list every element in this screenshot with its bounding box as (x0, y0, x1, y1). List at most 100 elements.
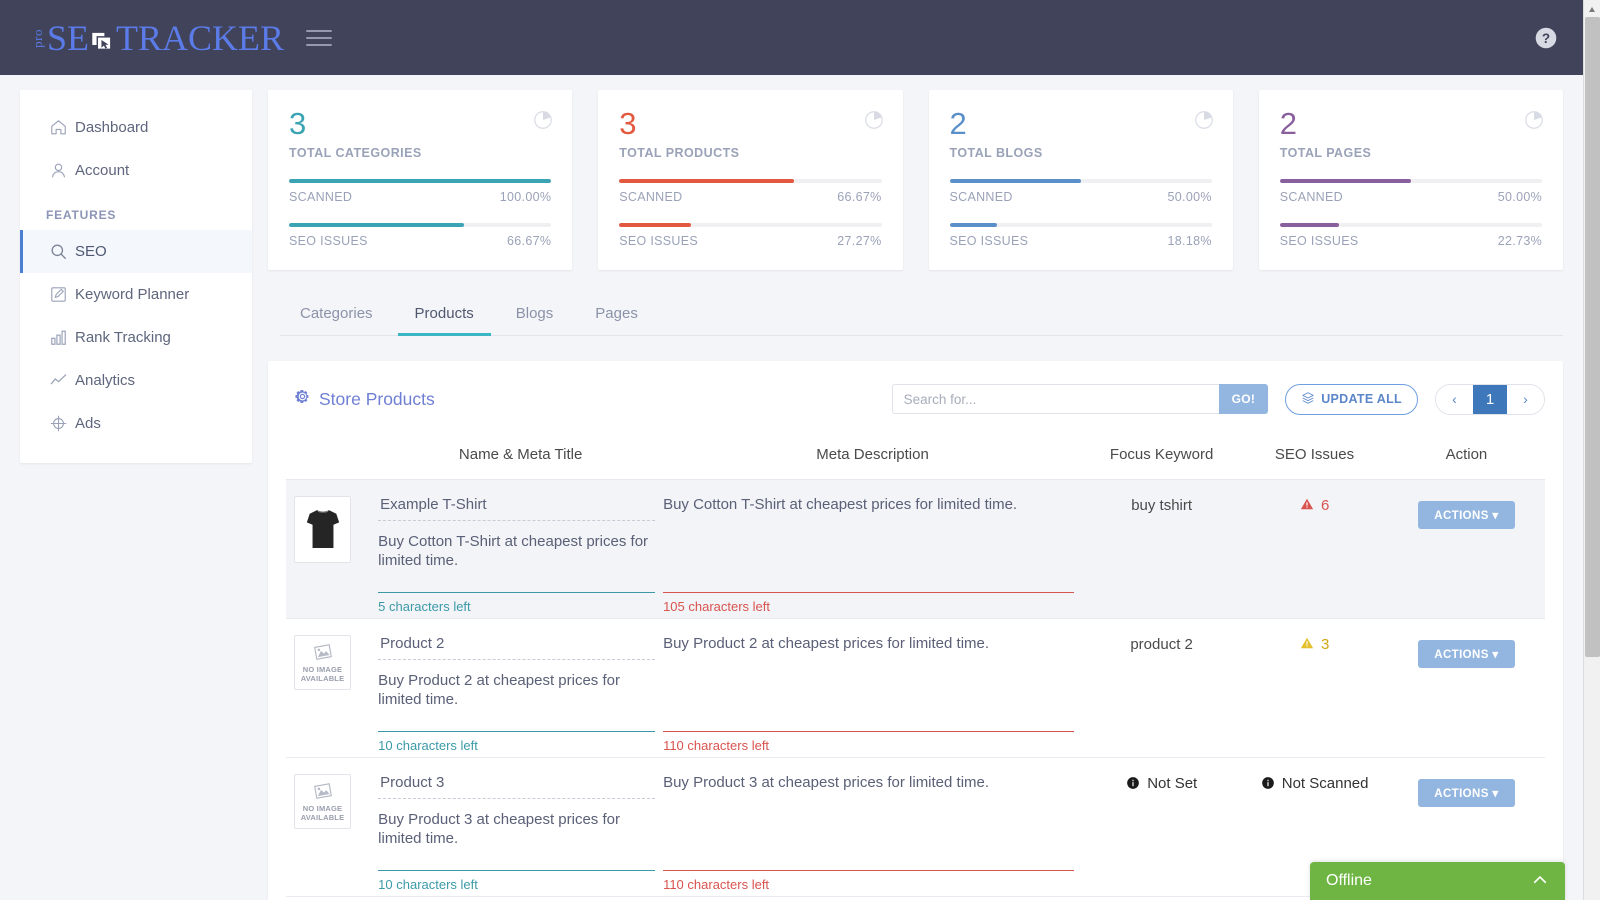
seo-issues-progress: SEO ISSUES 22.73% (1279, 222, 1542, 248)
progress-track (619, 222, 882, 227)
svg-text:?: ? (1542, 30, 1550, 45)
progress-value: 50.00% (1167, 189, 1212, 204)
sidebar-item-label: Account (75, 162, 130, 179)
progress-fill (289, 178, 552, 183)
progress-label: SCANNED (949, 189, 1013, 204)
stat-card-total-categories: 3 TOTAL CATEGORIES SCANNED 100.00% SEO I… (268, 90, 573, 270)
focus-keyword-value: product 2 (1130, 635, 1193, 653)
meta-description-character-counter: 110 characters left (663, 730, 1075, 753)
pagination-prev-button[interactable]: ‹ (1436, 384, 1473, 414)
tab-categories[interactable]: Categories (283, 295, 390, 336)
actions-button-label: ACTIONS (1434, 648, 1489, 661)
name-meta-title-cell: Example T-Shirt Buy Cotton T-Shirt at ch… (378, 479, 663, 618)
product-thumbnail-cell: NO IMAGE AVAILABLE (286, 757, 378, 896)
user-icon (49, 161, 75, 180)
search-group: GO! (891, 384, 1269, 415)
panel-title-text: Store Products (319, 388, 435, 409)
scanned-progress: SCANNED 100.00% (289, 178, 552, 204)
logo-pro-text: pro (30, 29, 45, 48)
page-scrollbar[interactable] (1583, 0, 1600, 900)
product-meta-title-field[interactable]: Buy Product 3 at cheapest prices for lim… (378, 810, 663, 848)
search-input[interactable] (891, 384, 1219, 415)
progress-track (289, 222, 552, 227)
sidebar-item-label: Ads (75, 415, 101, 432)
actions-button[interactable]: ACTIONS ▾ (1417, 778, 1515, 807)
help-circle-icon[interactable]: ? (1533, 25, 1559, 51)
product-name-field[interactable]: Product 2 (378, 635, 656, 660)
product-meta-title-field[interactable]: Buy Product 2 at cheapest prices for lim… (378, 671, 663, 709)
actions-button[interactable]: ACTIONS ▾ (1417, 500, 1515, 529)
focus-keyword-text: Not Set (1147, 774, 1198, 792)
tab-products[interactable]: Products (397, 295, 491, 336)
product-meta-description-field[interactable]: Buy Product 2 at cheapest prices for lim… (663, 635, 1082, 652)
scanned-progress: SCANNED 50.00% (949, 178, 1212, 204)
hamburger-bar (306, 43, 333, 46)
pagination-next-button[interactable]: › (1507, 384, 1544, 414)
progress-label: SCANNED (289, 189, 353, 204)
sidebar-item-rank-tracking[interactable]: Rank Tracking (20, 316, 252, 359)
column-header-meta-description: Meta Description (663, 432, 1083, 480)
actions-button-label: ACTIONS (1434, 787, 1489, 800)
pie-chart-icon (863, 109, 885, 134)
crosshair-icon (49, 414, 75, 433)
sidebar-item-keyword-planner[interactable]: Keyword Planner (20, 273, 252, 316)
seo-issues-cell: 3 (1241, 618, 1388, 757)
progress-fill (1279, 178, 1411, 183)
action-cell: ACTIONS ▾ (1388, 618, 1545, 757)
update-all-button[interactable]: UPDATE ALL (1285, 383, 1418, 415)
sidebar-item-seo[interactable]: SEO (20, 230, 252, 273)
actions-button[interactable]: ACTIONS ▾ (1417, 639, 1515, 668)
progress-track (1279, 222, 1542, 227)
products-table: Name & Meta Title Meta Description Focus… (286, 432, 1545, 897)
warning-triangle-icon (1300, 636, 1318, 653)
table-row: NO IMAGE AVAILABLE Product 2 Buy Product… (286, 618, 1545, 758)
product-name-field[interactable]: Product 3 (378, 774, 656, 799)
product-name-field[interactable]: Example T-Shirt (378, 496, 656, 521)
sidebar-nav: Dashboard Account FEATURES SEO Keyword P… (20, 90, 252, 463)
tshirt-image (306, 510, 339, 549)
sidebar-item-dashboard[interactable]: Dashboard (20, 106, 252, 149)
stat-title: TOTAL CATEGORIES (289, 145, 422, 160)
app-logo[interactable]: pro SE TRACKER (30, 0, 284, 75)
focus-keyword-cell: buy tshirt (1082, 479, 1241, 618)
chevron-up-icon[interactable] (1531, 871, 1549, 892)
scrollbar-up-button[interactable] (1584, 0, 1600, 17)
stat-count: 2 (1279, 106, 1297, 141)
warning-triangle-icon (1300, 497, 1318, 514)
seo-issues-value: 6 (1241, 496, 1388, 514)
store-products-panel: Store Products GO! UPDATE ALL (268, 360, 1563, 900)
search-go-button[interactable]: GO! (1218, 384, 1269, 415)
seo-issues-progress: SEO ISSUES 66.67% (289, 222, 552, 248)
tab-blogs[interactable]: Blogs (499, 295, 571, 336)
progress-value: 27.27% (837, 233, 882, 248)
hamburger-icon[interactable] (306, 29, 333, 46)
sidebar-item-analytics[interactable]: Analytics (20, 359, 252, 402)
meta-description-character-counter: 110 characters left (663, 869, 1075, 892)
progress-track (289, 178, 552, 183)
pie-chart-icon (532, 109, 554, 134)
scanned-progress: SCANNED 66.67% (619, 178, 882, 204)
stat-count: 2 (949, 106, 967, 141)
column-header-name-meta-title: Name & Meta Title (378, 432, 664, 480)
meta-description-cell: Buy Cotton T-Shirt at cheapest prices fo… (663, 479, 1082, 618)
product-meta-description-field[interactable]: Buy Product 3 at cheapest prices for lim… (663, 774, 1082, 791)
chevron-down-icon: ▾ (1492, 509, 1499, 522)
sidebar-section-features: FEATURES (46, 208, 117, 222)
name-meta-title-cell: Product 3 Buy Product 3 at cheapest pric… (378, 757, 663, 896)
progress-fill (949, 178, 1081, 183)
scrollbar-thumb[interactable] (1585, 17, 1600, 657)
column-header-image (286, 432, 379, 480)
chevron-down-icon: ▾ (1492, 787, 1499, 800)
tab-pages[interactable]: Pages (578, 295, 655, 336)
pagination-page-1[interactable]: 1 (1473, 384, 1507, 414)
stat-card-total-blogs: 2 TOTAL BLOGS SCANNED 50.00% SEO ISSUES … (928, 90, 1233, 270)
sidebar-item-ads[interactable]: Ads (20, 402, 252, 445)
progress-label: SEO ISSUES (619, 233, 698, 248)
product-meta-description-field[interactable]: Buy Cotton T-Shirt at cheapest prices fo… (663, 496, 1082, 513)
progress-label: SEO ISSUES (949, 233, 1029, 248)
sidebar-item-account[interactable]: Account (20, 149, 252, 192)
progress-value: 66.67% (507, 233, 552, 248)
chat-widget-offline[interactable]: Offline (1310, 862, 1565, 900)
progress-track (1279, 178, 1542, 183)
product-meta-title-field[interactable]: Buy Cotton T-Shirt at cheapest prices fo… (378, 532, 663, 570)
